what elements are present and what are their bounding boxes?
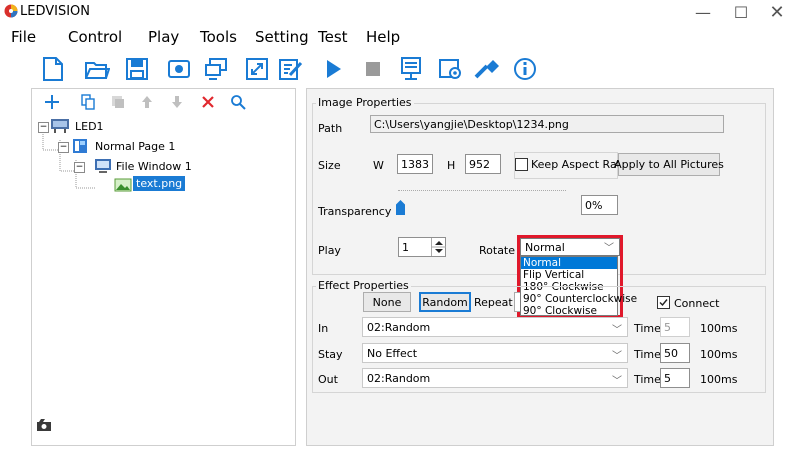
stay-effect-value: No Effect xyxy=(367,346,418,360)
menu-play[interactable]: Play xyxy=(148,28,179,46)
width-label: W xyxy=(373,159,384,172)
play-count-spinner[interactable] xyxy=(431,238,446,256)
height-field[interactable]: 952 xyxy=(465,154,501,174)
stay-time-unit: 100ms xyxy=(700,348,738,361)
rotate-option[interactable]: Flip Vertical xyxy=(521,269,617,281)
tree-item-file[interactable]: text.png xyxy=(133,176,186,191)
in-label: In xyxy=(318,322,329,335)
paste-icon[interactable] xyxy=(108,92,128,112)
transparency-track xyxy=(398,190,566,203)
connect-label: Connect xyxy=(674,297,720,310)
fullscreen-icon[interactable] xyxy=(240,52,274,86)
in-time-field[interactable]: 5 xyxy=(660,317,690,337)
title-bar xyxy=(0,0,800,24)
out-time-field[interactable]: 5 xyxy=(660,368,690,388)
info-icon[interactable] xyxy=(508,52,542,86)
stay-effect-select[interactable]: No Effect ﹀ xyxy=(362,343,628,363)
size-label: Size xyxy=(318,159,341,172)
page-icon xyxy=(72,138,88,157)
tools-icon[interactable] xyxy=(470,52,504,86)
play-icon[interactable] xyxy=(316,52,350,86)
save-icon[interactable] xyxy=(120,52,154,86)
open-folder-icon[interactable] xyxy=(80,52,114,86)
connect-checkbox[interactable] xyxy=(657,296,670,309)
copy-icon[interactable] xyxy=(78,92,98,112)
maximize-button[interactable]: ☐ xyxy=(724,0,758,24)
play-label: Play xyxy=(318,244,341,257)
search-icon[interactable] xyxy=(228,92,248,112)
settings-icon[interactable] xyxy=(434,52,468,86)
out-effect-select[interactable]: 02:Random ﹀ xyxy=(362,368,628,388)
tree-collapse-toggle[interactable]: − xyxy=(58,142,69,153)
menu-setting[interactable]: Setting xyxy=(255,28,309,46)
menu-help[interactable]: Help xyxy=(366,28,400,46)
chevron-down-icon: ﹀ xyxy=(612,325,622,336)
none-button[interactable]: None xyxy=(363,292,411,312)
menu-control[interactable]: Control xyxy=(68,28,122,46)
out-label: Out xyxy=(318,373,338,386)
apply-to-all-button[interactable]: Apply to All Pictures xyxy=(614,153,724,176)
monitor-icon[interactable] xyxy=(394,52,428,86)
repeat-field[interactable] xyxy=(514,292,520,312)
app-title: LEDVISION xyxy=(20,4,91,19)
screen-send-icon[interactable] xyxy=(200,52,234,86)
transparency-value[interactable]: 0% xyxy=(581,195,618,215)
rotate-selected-value: Normal xyxy=(525,240,565,254)
window-icon xyxy=(94,158,112,177)
image-icon xyxy=(114,178,132,195)
move-up-icon[interactable] xyxy=(137,92,157,112)
rotate-select[interactable]: Normal ﹀ xyxy=(520,238,620,256)
minimize-button[interactable]: — xyxy=(686,0,720,24)
menu-file[interactable]: File xyxy=(11,28,36,46)
tree-collapse-toggle[interactable]: − xyxy=(74,162,85,173)
menu-test[interactable]: Test xyxy=(318,28,348,46)
stay-label: Stay xyxy=(318,348,343,361)
delete-icon[interactable] xyxy=(198,92,218,112)
tree-item-led[interactable]: LED1 xyxy=(75,120,104,133)
preview-icon[interactable] xyxy=(162,52,196,86)
edit-icon[interactable] xyxy=(274,52,308,86)
keep-aspect-checkbox[interactable] xyxy=(515,158,528,171)
out-time-unit: 100ms xyxy=(700,373,738,386)
random-button[interactable]: Random xyxy=(419,292,471,312)
in-time-unit: 100ms xyxy=(700,322,738,335)
rotate-label: Rotate xyxy=(479,244,516,257)
new-file-icon[interactable] xyxy=(36,52,70,86)
move-down-icon[interactable] xyxy=(167,92,187,112)
in-effect-select[interactable]: 02:Random ﹀ xyxy=(362,317,628,337)
height-label: H xyxy=(447,159,456,172)
transparency-label: Transparency xyxy=(318,205,392,218)
in-time-label: Time xyxy=(634,322,661,335)
out-time-label: Time xyxy=(634,373,661,386)
tree-collapse-toggle[interactable]: − xyxy=(38,122,49,133)
image-properties-legend: Image Properties xyxy=(316,96,414,109)
app-logo-icon xyxy=(4,4,18,18)
chevron-down-icon: ﹀ xyxy=(612,351,622,362)
in-effect-value: 02:Random xyxy=(367,320,431,334)
effect-properties-legend: Effect Properties xyxy=(316,279,411,292)
tree-item-window[interactable]: File Window 1 xyxy=(116,160,192,173)
close-button[interactable]: ✕ xyxy=(760,0,794,24)
chevron-down-icon: ﹀ xyxy=(612,376,622,387)
chevron-down-icon: ﹀ xyxy=(604,243,614,254)
stop-icon[interactable] xyxy=(356,52,390,86)
stay-time-label: Time xyxy=(634,348,661,361)
width-field[interactable]: 1383 xyxy=(397,154,433,174)
out-effect-value: 02:Random xyxy=(367,371,431,385)
rotate-option[interactable]: Normal xyxy=(521,257,617,269)
add-icon[interactable] xyxy=(42,92,62,112)
menu-tools[interactable]: Tools xyxy=(200,28,237,46)
camera-icon[interactable] xyxy=(36,418,52,435)
led-screen-icon xyxy=(50,118,70,137)
tree-item-page[interactable]: Normal Page 1 xyxy=(95,140,175,153)
path-label: Path xyxy=(318,122,343,135)
stay-time-field[interactable]: 50 xyxy=(660,343,690,363)
path-field[interactable]: C:\Users\yangjie\Desktop\1234.png xyxy=(370,115,724,133)
repeat-label: Repeat xyxy=(474,296,513,309)
